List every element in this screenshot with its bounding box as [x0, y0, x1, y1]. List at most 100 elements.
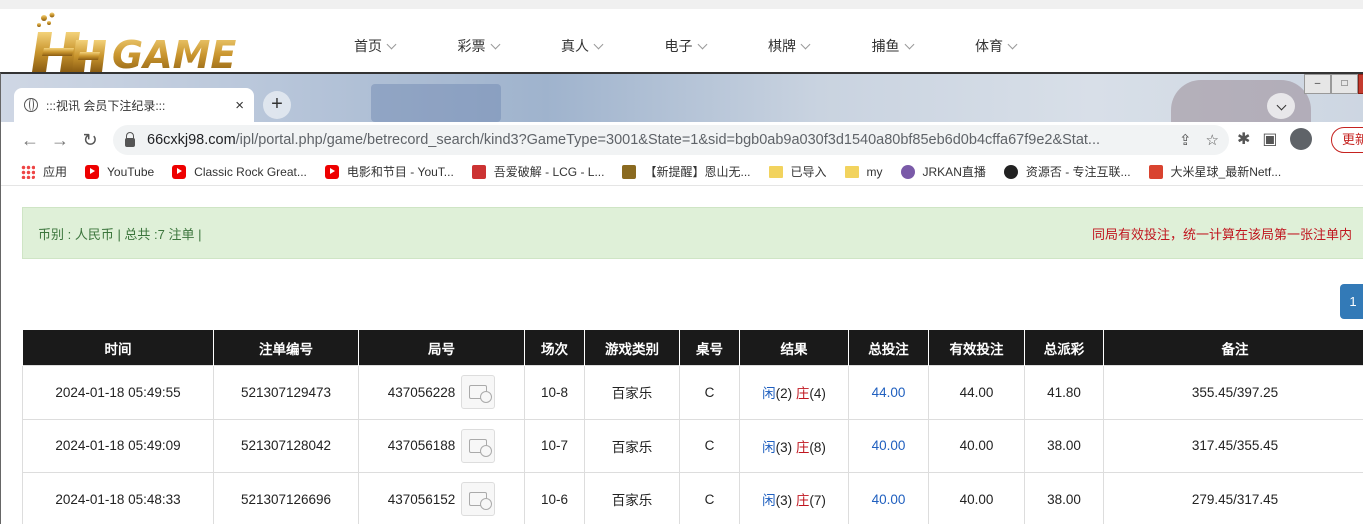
cell-round: 437056152 [358, 472, 525, 524]
folder-icon [768, 165, 783, 178]
bookmarks-bar: 应用 YouTube Classic Rock Great... 电影和节目 -… [1, 158, 1363, 186]
lock-icon[interactable] [125, 131, 135, 147]
nav-lottery[interactable]: 彩票 [444, 36, 548, 56]
tab-active[interactable]: :::视讯 会员下注纪录::: × [14, 88, 254, 122]
table-row: 2024-01-18 05:49:55 521307129473 4370562… [22, 365, 1363, 420]
close-window-button[interactable] [1358, 74, 1363, 94]
cell-note: 317.45/355.45 [1103, 418, 1363, 473]
folder-icon [844, 165, 859, 178]
cell-session: 10-8 [524, 365, 585, 420]
logo-text: GAME [112, 33, 236, 77]
cell-note: 279.45/317.45 [1103, 472, 1363, 524]
cell-payout: 38.00 [1024, 472, 1104, 524]
site-icon [622, 164, 637, 179]
theme-art [371, 84, 501, 122]
new-tab-button[interactable]: + [263, 91, 291, 119]
nav-slots[interactable]: 电子 [651, 36, 755, 56]
bookmark-right[interactable]: 【新提醒】恩山无... [622, 163, 751, 180]
bookmark-52pojie[interactable]: 吾爱破解 - LCG - L... [471, 163, 604, 180]
browser-toolbar: ← → ↻ 66cxkj98.com/ipl/portal.php/game/b… [1, 122, 1363, 158]
cell-result: 闲(3) 庄(7) [739, 472, 849, 524]
cell-result: 闲(2) 庄(4) [739, 365, 849, 420]
bookmark-movies[interactable]: 电影和节目 - YouT... [324, 163, 454, 180]
bet-record-table: 时间 注单编号 局号 场次 游戏类别 桌号 结果 总投注 有效投注 总派彩 备注… [22, 329, 1363, 524]
close-icon[interactable]: × [235, 97, 244, 114]
cell-total-bet[interactable]: 40.00 [848, 418, 929, 473]
cell-bet-id: 521307129473 [213, 365, 359, 420]
video-replay-icon[interactable] [461, 482, 496, 517]
page-button-current[interactable]: 1 [1340, 284, 1363, 319]
cell-bet-id: 521307126696 [213, 472, 359, 524]
tab-search-button[interactable] [1267, 93, 1295, 119]
col-valid-bet: 有效投注 [928, 329, 1025, 366]
youtube-icon [172, 164, 187, 179]
cell-valid-bet: 40.00 [928, 472, 1025, 524]
share-icon[interactable]: ⇪ [1179, 131, 1192, 149]
col-round: 局号 [358, 329, 525, 366]
chevron-down-icon [386, 39, 397, 49]
bookmark-apps[interactable]: 应用 [21, 163, 67, 180]
cell-total-bet[interactable]: 40.00 [848, 472, 929, 524]
reload-icon[interactable]: ↻ [75, 130, 105, 151]
extensions-icon[interactable]: ✱ [1237, 129, 1250, 149]
youtube-icon [85, 164, 100, 179]
col-table: 桌号 [679, 329, 740, 366]
window-controls: – □ [1304, 74, 1363, 94]
nav-cards[interactable]: 棋牌 [754, 36, 858, 56]
bookmark-ziyuanfou[interactable]: 资源否 - 专注互联... [1003, 163, 1131, 180]
cell-time: 2024-01-18 05:48:33 [22, 472, 214, 524]
cell-game: 百家乐 [584, 365, 680, 420]
col-total-bet: 总投注 [848, 329, 929, 366]
chevron-down-icon [1276, 100, 1286, 111]
video-replay-icon[interactable] [461, 428, 496, 463]
summary-alert: 币别 : 人民币 | 总共 :7 注单 | 同局有效投注，统一计算在该局第一张注… [22, 207, 1363, 259]
nav-sports[interactable]: 体育 [961, 36, 1065, 56]
table-row: 2024-01-18 05:49:09 521307128042 4370561… [22, 418, 1363, 473]
maximize-button[interactable]: □ [1331, 74, 1358, 94]
nav-home[interactable]: 首页 [340, 36, 444, 56]
cell-valid-bet: 44.00 [928, 365, 1025, 420]
site-logo[interactable]: GAME [30, 10, 300, 78]
back-icon[interactable]: ← [15, 130, 45, 151]
site-header: GAME 首页 彩票 真人 电子 棋牌 捕鱼 体育 [0, 0, 1363, 80]
cell-result: 闲(3) 庄(8) [739, 418, 849, 473]
cell-round: 437056228 [358, 365, 525, 420]
address-bar[interactable]: 66cxkj98.com/ipl/portal.php/game/betreco… [113, 125, 1229, 155]
bookmark-folder-my[interactable]: my [844, 165, 883, 179]
youtube-icon [324, 164, 339, 179]
chevron-down-icon [490, 39, 500, 49]
cell-time: 2024-01-18 05:49:55 [22, 365, 214, 420]
forward-icon[interactable]: → [45, 130, 75, 151]
site-icon [1003, 164, 1018, 179]
site-icon [900, 164, 915, 179]
url-text[interactable]: 66cxkj98.com/ipl/portal.php/game/betreco… [147, 132, 1147, 148]
tab-strip: :::视讯 会员下注纪录::: × + – □ [1, 74, 1363, 122]
video-replay-icon[interactable] [461, 375, 496, 410]
site-nav: 首页 彩票 真人 电子 棋牌 捕鱼 体育 [340, 36, 1065, 56]
bookmark-youtube[interactable]: YouTube [85, 164, 154, 179]
col-session: 场次 [524, 329, 585, 366]
bookmark-jrkan[interactable]: JRKAN直播 [900, 163, 986, 180]
cell-round: 437056188 [358, 418, 525, 473]
cell-table: C [679, 472, 740, 524]
update-button[interactable]: 更新 [1331, 127, 1363, 153]
col-time: 时间 [22, 329, 214, 366]
chevron-down-icon [593, 39, 604, 49]
cell-time: 2024-01-18 05:49:09 [22, 418, 214, 473]
bookmark-classic-rock[interactable]: Classic Rock Great... [172, 164, 307, 179]
cell-table: C [679, 418, 740, 473]
bookmark-folder-imported[interactable]: 已导入 [768, 163, 827, 180]
side-panel-icon[interactable]: ▣ [1262, 129, 1277, 149]
cell-total-bet[interactable]: 44.00 [848, 365, 929, 420]
chevron-down-icon [904, 39, 914, 49]
col-note: 备注 [1103, 329, 1363, 366]
cell-session: 10-6 [524, 472, 585, 524]
nav-fishing[interactable]: 捕鱼 [858, 36, 962, 56]
bookmark-dami[interactable]: 大米星球_最新Netf... [1148, 163, 1281, 180]
cell-payout: 41.80 [1024, 365, 1104, 420]
nav-live[interactable]: 真人 [547, 36, 651, 56]
star-icon[interactable]: ☆ [1206, 131, 1219, 149]
profile-avatar[interactable] [1289, 128, 1312, 150]
minimize-button[interactable]: – [1304, 74, 1331, 94]
col-payout: 总派彩 [1024, 329, 1104, 366]
